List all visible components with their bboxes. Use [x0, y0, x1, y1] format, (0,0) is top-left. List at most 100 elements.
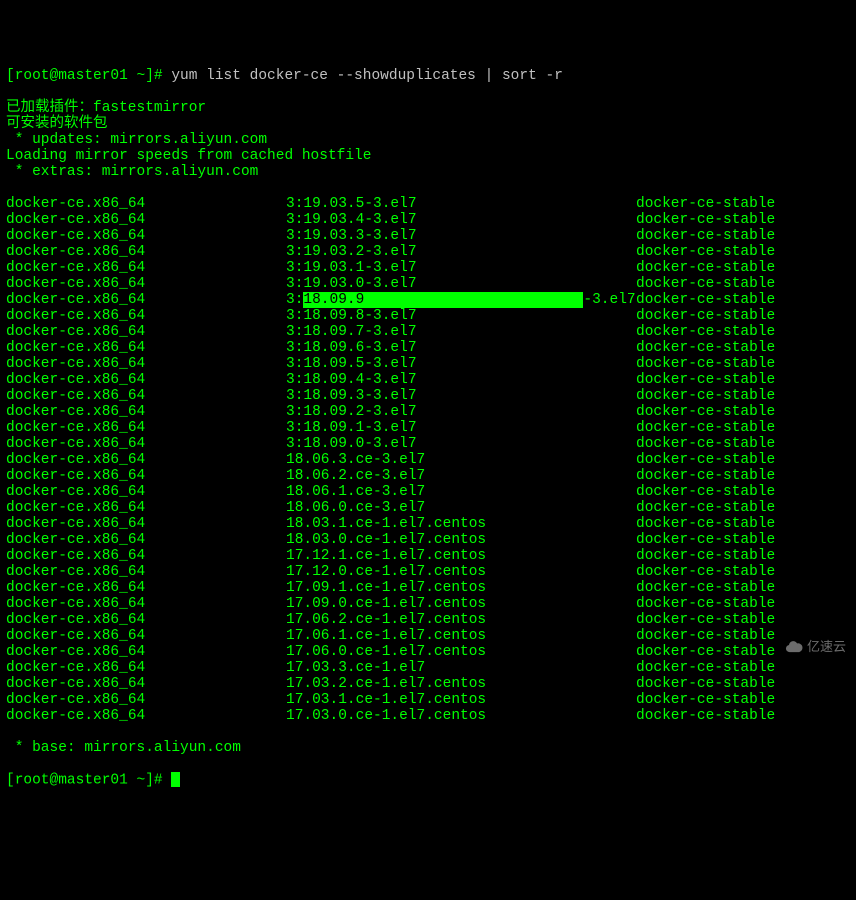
pkg-name: docker-ce.x86_64 [6, 484, 286, 500]
table-row: docker-ce.x86_6418.06.1.ce-3.el7docker-c… [6, 484, 850, 500]
prompt-prefix: [root@master01 ~]# [6, 772, 171, 788]
pkg-repo: docker-ce-stable [636, 196, 775, 212]
pkg-version: 3:19.03.1-3.el7 [286, 260, 636, 276]
pkg-version: 3:18.09.6-3.el7 [286, 340, 636, 356]
table-row: docker-ce.x86_6417.09.0.ce-1.el7.centosd… [6, 596, 850, 612]
pkg-name: docker-ce.x86_64 [6, 596, 286, 612]
pkg-name: docker-ce.x86_64 [6, 628, 286, 644]
prompt-command-line: [root@master01 ~]# yum list docker-ce --… [6, 68, 850, 84]
pkg-repo: docker-ce-stable [636, 708, 775, 724]
pkg-repo: docker-ce-stable [636, 356, 775, 372]
pkg-repo: docker-ce-stable [636, 452, 775, 468]
pkg-repo: docker-ce-stable [636, 324, 775, 340]
table-row: docker-ce.x86_643:18.09.9-3.el7docker-ce… [6, 292, 850, 308]
prompt-prefix: [root@master01 ~]# [6, 68, 171, 84]
pkg-version: 18.03.0.ce-1.el7.centos [286, 532, 636, 548]
output-line: * updates: mirrors.aliyun.com [6, 132, 850, 148]
pkg-repo: docker-ce-stable [636, 564, 775, 580]
table-row: docker-ce.x86_643:18.09.1-3.el7docker-ce… [6, 420, 850, 436]
pkg-repo: docker-ce-stable [636, 468, 775, 484]
table-row: docker-ce.x86_643:19.03.5-3.el7docker-ce… [6, 196, 850, 212]
output-line: Loading mirror speeds from cached hostfi… [6, 148, 850, 164]
pkg-version: 3:18.09.9-3.el7 [286, 292, 636, 308]
table-row: docker-ce.x86_6418.03.0.ce-1.el7.centosd… [6, 532, 850, 548]
pkg-version: 18.06.1.ce-3.el7 [286, 484, 636, 500]
table-row: docker-ce.x86_6417.06.2.ce-1.el7.centosd… [6, 612, 850, 628]
pkg-repo: docker-ce-stable [636, 532, 775, 548]
pkg-version: 18.03.1.ce-1.el7.centos [286, 516, 636, 532]
pkg-name: docker-ce.x86_64 [6, 228, 286, 244]
table-row: docker-ce.x86_643:18.09.3-3.el7docker-ce… [6, 388, 850, 404]
pkg-version: 3:18.09.0-3.el7 [286, 436, 636, 452]
footer-mirror-line: * base: mirrors.aliyun.com [6, 740, 850, 756]
pkg-version: 17.03.0.ce-1.el7.centos [286, 708, 636, 724]
cursor-block [171, 772, 180, 787]
table-row: docker-ce.x86_643:19.03.4-3.el7docker-ce… [6, 212, 850, 228]
pkg-repo: docker-ce-stable [636, 644, 775, 660]
table-row: docker-ce.x86_6417.06.1.ce-1.el7.centosd… [6, 628, 850, 644]
table-row: docker-ce.x86_643:19.03.2-3.el7docker-ce… [6, 244, 850, 260]
table-row: docker-ce.x86_6418.06.0.ce-3.el7docker-c… [6, 500, 850, 516]
pkg-name: docker-ce.x86_64 [6, 500, 286, 516]
pkg-repo: docker-ce-stable [636, 628, 775, 644]
pkg-repo: docker-ce-stable [636, 612, 775, 628]
pkg-version: 3:19.03.3-3.el7 [286, 228, 636, 244]
table-row: docker-ce.x86_6417.12.1.ce-1.el7.centosd… [6, 548, 850, 564]
header-output: 已加载插件：fastestmirror可安装的软件包 * updates: mi… [6, 100, 850, 180]
pkg-version: 17.06.2.ce-1.el7.centos [286, 612, 636, 628]
pkg-version: 17.06.0.ce-1.el7.centos [286, 644, 636, 660]
pkg-version: 3:18.09.8-3.el7 [286, 308, 636, 324]
pkg-version: 3:19.03.0-3.el7 [286, 276, 636, 292]
prompt-idle-line[interactable]: [root@master01 ~]# [6, 772, 850, 788]
pkg-repo: docker-ce-stable [636, 212, 775, 228]
table-row: docker-ce.x86_6418.03.1.ce-1.el7.centosd… [6, 516, 850, 532]
table-row: docker-ce.x86_6417.03.0.ce-1.el7.centosd… [6, 708, 850, 724]
table-row: docker-ce.x86_6418.06.3.ce-3.el7docker-c… [6, 452, 850, 468]
table-row: docker-ce.x86_6417.03.1.ce-1.el7.centosd… [6, 692, 850, 708]
pkg-name: docker-ce.x86_64 [6, 532, 286, 548]
output-line: 已加载插件：fastestmirror [6, 100, 850, 116]
table-row: docker-ce.x86_643:18.09.4-3.el7docker-ce… [6, 372, 850, 388]
pkg-version: 17.03.3.ce-1.el7 [286, 660, 636, 676]
table-row: docker-ce.x86_643:18.09.6-3.el7docker-ce… [6, 340, 850, 356]
pkg-name: docker-ce.x86_64 [6, 388, 286, 404]
table-row: docker-ce.x86_643:18.09.7-3.el7docker-ce… [6, 324, 850, 340]
table-row: docker-ce.x86_643:18.09.0-3.el7docker-ce… [6, 436, 850, 452]
watermark-logo: 亿速云 [785, 638, 846, 656]
pkg-repo: docker-ce-stable [636, 420, 775, 436]
pkg-repo: docker-ce-stable [636, 244, 775, 260]
pkg-repo: docker-ce-stable [636, 500, 775, 516]
pkg-repo: docker-ce-stable [636, 292, 775, 308]
pkg-name: docker-ce.x86_64 [6, 244, 286, 260]
pkg-name: docker-ce.x86_64 [6, 452, 286, 468]
pkg-repo: docker-ce-stable [636, 596, 775, 612]
pkg-version: 17.03.2.ce-1.el7.centos [286, 676, 636, 692]
pkg-repo: docker-ce-stable [636, 404, 775, 420]
pkg-name: docker-ce.x86_64 [6, 548, 286, 564]
pkg-version: 17.12.1.ce-1.el7.centos [286, 548, 636, 564]
pkg-repo: docker-ce-stable [636, 484, 775, 500]
pkg-name: docker-ce.x86_64 [6, 516, 286, 532]
pkg-repo: docker-ce-stable [636, 516, 775, 532]
table-row: docker-ce.x86_6417.09.1.ce-1.el7.centosd… [6, 580, 850, 596]
pkg-name: docker-ce.x86_64 [6, 340, 286, 356]
pkg-repo: docker-ce-stable [636, 548, 775, 564]
table-row: docker-ce.x86_6417.03.2.ce-1.el7.centosd… [6, 676, 850, 692]
pkg-repo: docker-ce-stable [636, 676, 775, 692]
pkg-version: 3:19.03.2-3.el7 [286, 244, 636, 260]
pkg-name: docker-ce.x86_64 [6, 644, 286, 660]
output-line: 可安装的软件包 [6, 116, 850, 132]
pkg-name: docker-ce.x86_64 [6, 372, 286, 388]
pkg-name: docker-ce.x86_64 [6, 468, 286, 484]
pkg-version: 3:18.09.3-3.el7 [286, 388, 636, 404]
pkg-name: docker-ce.x86_64 [6, 708, 286, 724]
pkg-name: docker-ce.x86_64 [6, 292, 286, 308]
table-row: docker-ce.x86_643:19.03.3-3.el7docker-ce… [6, 228, 850, 244]
pkg-name: docker-ce.x86_64 [6, 564, 286, 580]
pkg-version: 3:18.09.7-3.el7 [286, 324, 636, 340]
output-line: * extras: mirrors.aliyun.com [6, 164, 850, 180]
pkg-version: 3:19.03.5-3.el7 [286, 196, 636, 212]
pkg-version: 17.09.1.ce-1.el7.centos [286, 580, 636, 596]
pkg-repo: docker-ce-stable [636, 260, 775, 276]
pkg-name: docker-ce.x86_64 [6, 196, 286, 212]
